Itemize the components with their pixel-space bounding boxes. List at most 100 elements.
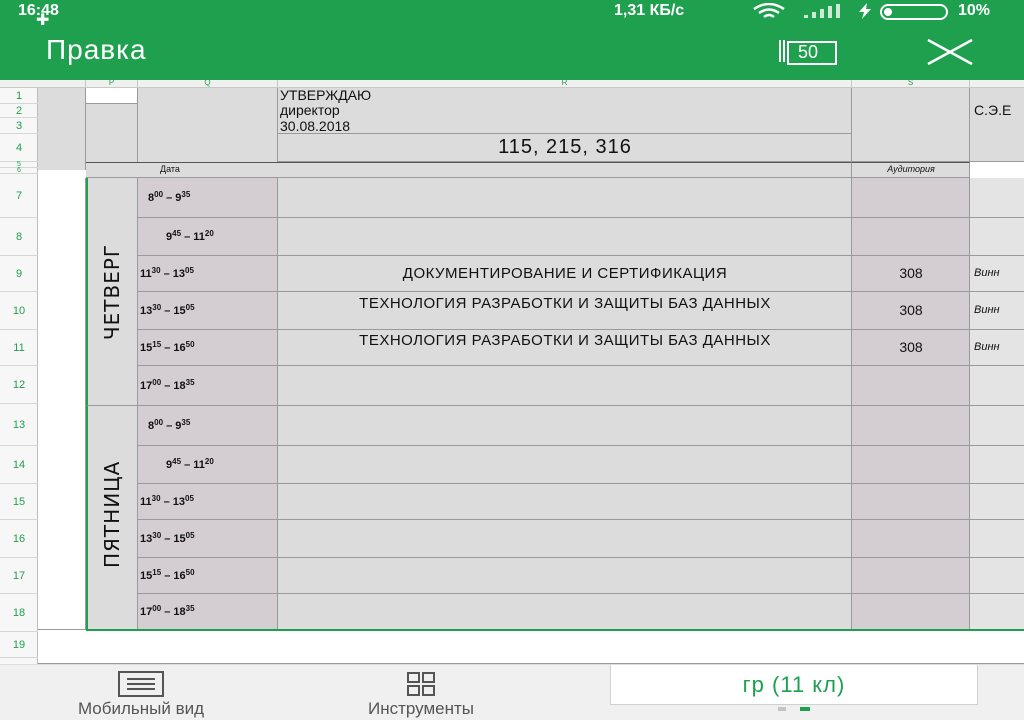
row-header[interactable]: 11 xyxy=(0,330,38,366)
teacher-cell[interactable] xyxy=(970,558,1024,594)
room-number: 308 xyxy=(899,302,923,318)
room-cell[interactable] xyxy=(852,520,970,558)
signal-icon xyxy=(804,4,840,18)
row-header[interactable]: 17 xyxy=(0,558,38,594)
subject-cell[interactable] xyxy=(278,484,852,520)
mobile-view-button[interactable]: Мобильный вид xyxy=(18,665,264,720)
blank-cell[interactable] xyxy=(970,88,1024,162)
director-signature: С.Э.Е xyxy=(974,102,1012,118)
row-header[interactable]: 10 xyxy=(0,292,38,330)
row-header[interactable]: 4 xyxy=(0,134,38,162)
sheets-count-button[interactable]: 50 xyxy=(778,38,838,66)
teacher-cell[interactable] xyxy=(970,446,1024,484)
column-header-bar: P Q R S xyxy=(0,80,1024,88)
battery-icon xyxy=(880,4,948,20)
network-speed: 1,31 КБ/с xyxy=(614,2,685,19)
time-range: 800 – 935 xyxy=(148,190,191,204)
room-cell[interactable] xyxy=(852,218,970,256)
row-header[interactable]: 15 xyxy=(0,484,38,520)
mobile-view-label: Мобильный вид xyxy=(77,699,205,718)
charging-icon xyxy=(859,3,871,19)
column-header-s[interactable]: S xyxy=(852,80,970,88)
room-number: 308 xyxy=(899,339,923,355)
room-column-label: Аудитория xyxy=(887,164,935,174)
subject-cell[interactable] xyxy=(278,178,852,218)
blank-cell[interactable] xyxy=(86,104,138,170)
room-cell[interactable] xyxy=(852,366,970,406)
teacher-cell[interactable] xyxy=(970,366,1024,406)
teacher-cell[interactable] xyxy=(970,406,1024,446)
subject-text: ТЕХНОЛОГИЯ РАЗРАБОТКИ И ЗАЩИТЫ БАЗ ДАННЫ… xyxy=(359,332,771,349)
row-header[interactable]: 2 xyxy=(0,104,38,118)
tools-button[interactable]: Инструменты xyxy=(314,665,528,720)
time-range: 1330 – 1505 xyxy=(140,531,195,545)
mobile-view-icon xyxy=(118,671,164,697)
room-cell[interactable] xyxy=(852,484,970,520)
groups-title: 115, 215, 316 xyxy=(498,136,632,158)
row-header-bar: 1 2 3 4 5 6 7 8 9 10 11 12 13 14 15 16 1… xyxy=(0,88,38,664)
blank-cell[interactable] xyxy=(38,88,86,170)
room-cell[interactable] xyxy=(852,594,970,630)
sheet-tab-active[interactable]: гр (11 кл) xyxy=(610,665,978,705)
time-range: 1515 – 1650 xyxy=(140,340,195,354)
teacher-name: Винн xyxy=(974,267,1000,279)
room-number: 308 xyxy=(899,265,923,281)
row-header[interactable]: 18 xyxy=(0,594,38,632)
column-header-p[interactable]: P xyxy=(86,80,138,88)
room-cell[interactable] xyxy=(852,446,970,484)
time-range: 945 – 1120 xyxy=(166,457,214,471)
empty-row[interactable] xyxy=(38,630,1024,664)
row-header[interactable]: 7 xyxy=(0,174,38,218)
wifi-icon xyxy=(753,3,785,18)
selection-border xyxy=(86,629,1024,631)
cell-r2[interactable] xyxy=(278,104,852,118)
teacher-cell[interactable] xyxy=(970,484,1024,520)
row-header[interactable]: 12 xyxy=(0,366,38,404)
column-header-q[interactable]: Q xyxy=(138,80,278,88)
row-header[interactable]: 16 xyxy=(0,520,38,558)
app-toolbar: 16:48 ✚ 1,31 КБ/с 10% Правка 50 xyxy=(0,0,1024,80)
room-cell[interactable] xyxy=(852,558,970,594)
teacher-cell[interactable] xyxy=(970,520,1024,558)
row-header[interactable]: 19 xyxy=(0,632,38,658)
teacher-cell[interactable] xyxy=(970,218,1024,256)
subject-cell[interactable] xyxy=(278,558,852,594)
teacher-cell[interactable] xyxy=(970,178,1024,218)
subject-cell[interactable] xyxy=(278,218,852,256)
teacher-name: Винн xyxy=(974,304,1000,316)
time-range: 1130 – 1305 xyxy=(140,266,194,280)
blank-cell[interactable] xyxy=(138,88,278,170)
room-cell[interactable] xyxy=(852,406,970,446)
director-label: директор xyxy=(280,102,340,118)
subject-cell[interactable] xyxy=(278,594,852,630)
subject-cell[interactable] xyxy=(278,446,852,484)
room-cell[interactable] xyxy=(852,178,970,218)
table-header-row[interactable] xyxy=(86,162,852,178)
battery-level: 10% xyxy=(958,2,991,19)
row-header[interactable]: 14 xyxy=(0,446,38,484)
spreadsheet-grid[interactable]: P Q R S 1 2 3 4 5 6 7 8 9 10 11 12 13 14… xyxy=(0,80,1024,664)
teacher-name: Винн xyxy=(974,341,1000,353)
close-button[interactable] xyxy=(924,36,976,68)
close-icon xyxy=(927,38,973,66)
row-header[interactable]: 3 xyxy=(0,118,38,134)
cell-r3[interactable] xyxy=(278,118,852,134)
subject-cell[interactable] xyxy=(278,406,852,446)
subject-cell[interactable] xyxy=(278,520,852,558)
row-header[interactable]: 8 xyxy=(0,218,38,256)
selected-cell[interactable] xyxy=(86,88,138,104)
row-header[interactable]: 9 xyxy=(0,256,38,292)
tools-label: Инструменты xyxy=(367,699,474,718)
approval-date: 30.08.2018 xyxy=(280,118,351,134)
bottom-navigation: Мобильный вид Инструменты гр (11 кл) xyxy=(0,664,1024,720)
page-indicator-dot-active xyxy=(800,707,810,711)
subject-cell[interactable] xyxy=(278,366,852,406)
page-title: Правка xyxy=(46,34,147,65)
row-header[interactable]: 1 xyxy=(0,88,38,104)
column-header-blank xyxy=(38,80,86,88)
time-range: 1700 – 1835 xyxy=(140,604,195,618)
blank-column[interactable] xyxy=(38,178,86,630)
teacher-cell[interactable] xyxy=(970,594,1024,630)
row-header[interactable]: 13 xyxy=(0,404,38,446)
blank-cell[interactable] xyxy=(852,88,970,162)
